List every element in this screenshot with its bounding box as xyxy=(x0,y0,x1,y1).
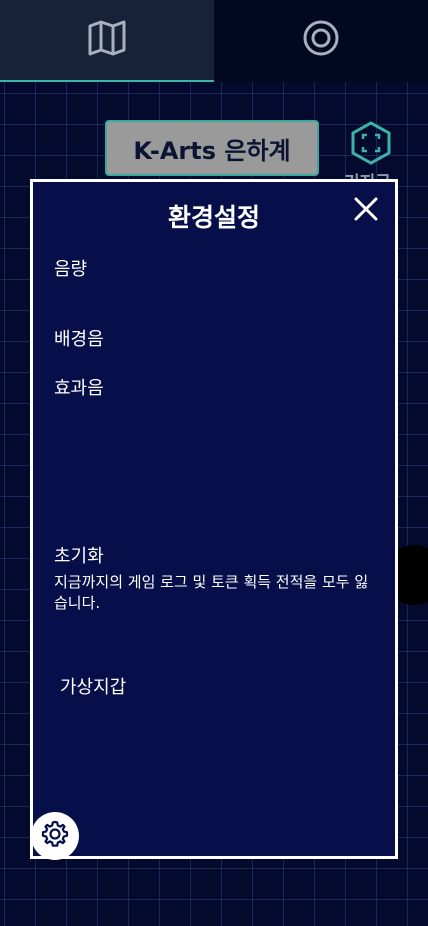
galaxy-button[interactable]: K-Arts 은하계 xyxy=(105,120,319,176)
gear-button[interactable] xyxy=(31,812,79,860)
reset-description: 지금까지의 게임 로그 및 토큰 획득 전적을 모두 잃습니다. xyxy=(54,573,369,612)
target-icon xyxy=(302,19,340,61)
close-button[interactable] xyxy=(351,196,381,226)
volume-label: 음량 xyxy=(54,259,88,280)
focus-hexagon-icon[interactable] xyxy=(348,120,394,166)
top-navigation-bar xyxy=(0,0,428,82)
reset-button[interactable]: 초기화 xyxy=(54,542,104,568)
bgm-label: 배경음 xyxy=(54,329,104,350)
wallet-button[interactable]: 가상지갑 xyxy=(60,673,126,699)
tab-map[interactable] xyxy=(0,0,214,82)
tab-target[interactable] xyxy=(214,0,428,80)
gear-icon xyxy=(40,819,70,853)
map-icon xyxy=(88,20,126,60)
settings-modal: 환경설정 음량 배경음 효과음 초기화 지금까지의 게임 로그 및 토큰 획득 … xyxy=(30,179,398,860)
galaxy-button-label: K-Arts 은하계 xyxy=(133,136,291,165)
modal-title: 환경설정 xyxy=(167,203,260,232)
close-icon xyxy=(354,197,378,225)
sfx-label: 효과음 xyxy=(54,378,104,399)
